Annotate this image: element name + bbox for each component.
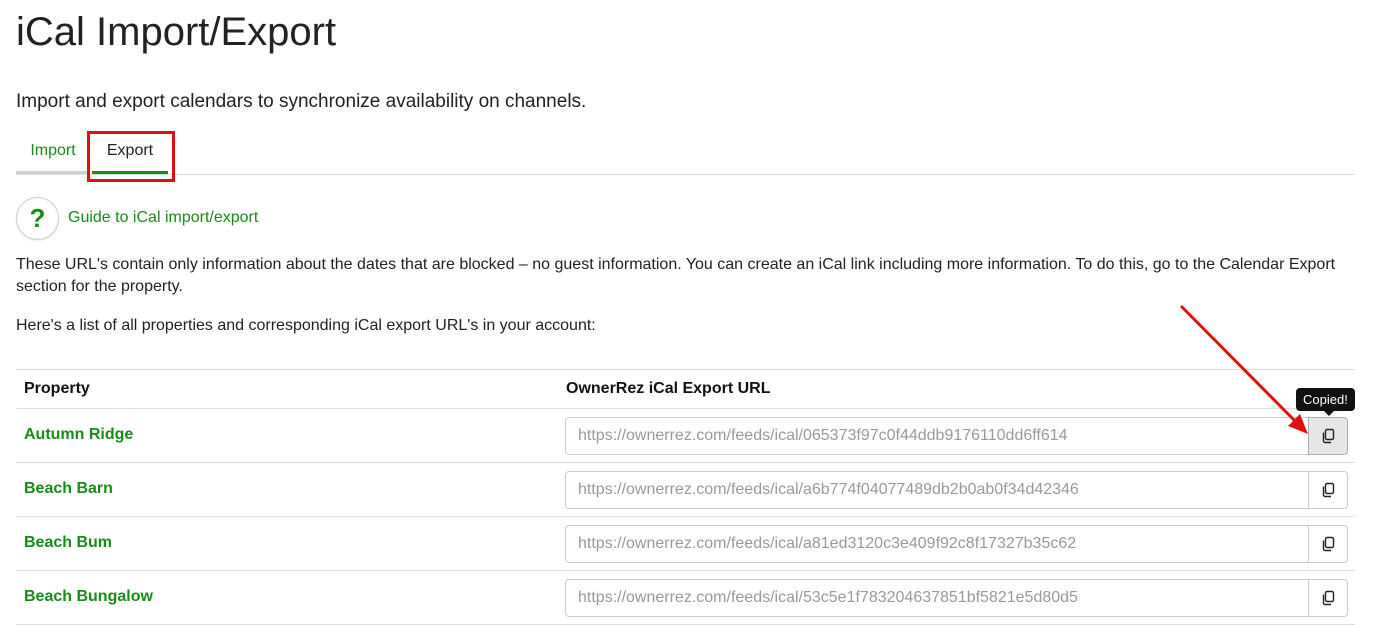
tab-import[interactable]: Import [16,130,90,174]
url-input-group: https://ownerrez.com/feeds/ical/065373f9… [565,417,1348,455]
tab-export[interactable]: Export [92,130,168,174]
table-row: Beach Bungalow https://ownerrez.com/feed… [16,571,1355,625]
page-subtitle: Import and export calendars to synchroni… [16,91,587,112]
list-intro-paragraph: Here's a list of all properties and corr… [16,317,596,334]
export-url-field[interactable]: https://ownerrez.com/feeds/ical/a81ed312… [565,525,1308,563]
property-link[interactable]: Autumn Ridge [24,426,133,444]
copy-url-button[interactable] [1308,471,1348,509]
url-input-group: https://ownerrez.com/feeds/ical/53c5e1f7… [565,579,1348,617]
column-header-url: OwnerRez iCal Export URL [566,380,771,397]
property-link[interactable]: Beach Barn [24,480,113,498]
guide-link[interactable]: Guide to iCal import/export [68,209,258,227]
info-paragraph: These URL's contain only information abo… [16,256,1336,295]
export-url-field[interactable]: https://ownerrez.com/feeds/ical/065373f9… [565,417,1308,455]
copy-icon [1322,590,1335,606]
property-link[interactable]: Beach Bum [24,534,112,552]
question-mark-icon: ? [16,196,59,240]
export-url-field[interactable]: https://ownerrez.com/feeds/ical/53c5e1f7… [565,579,1308,617]
property-link[interactable]: Beach Bungalow [24,588,153,606]
page-title: iCal Import/Export [16,10,337,54]
copy-url-button[interactable] [1308,525,1348,563]
table-row: Beach Bum https://ownerrez.com/feeds/ica… [16,517,1355,571]
copy-url-button[interactable] [1308,579,1348,617]
table-header-row: Property OwnerRez iCal Export URL [16,370,1355,409]
guide-link-row: ? Guide to iCal import/export [16,196,258,240]
export-url-field[interactable]: https://ownerrez.com/feeds/ical/a6b774f0… [565,471,1308,509]
copy-icon [1322,536,1335,552]
table-row: Autumn Ridge https://ownerrez.com/feeds/… [16,409,1355,463]
column-header-property: Property [24,380,90,397]
copy-url-button[interactable] [1308,417,1348,455]
export-url-table: Property OwnerRez iCal Export URL Autumn… [16,369,1355,625]
url-input-group: https://ownerrez.com/feeds/ical/a81ed312… [565,525,1348,563]
table-row: Beach Barn https://ownerrez.com/feeds/ic… [16,463,1355,517]
copied-tooltip: Copied! [1296,388,1355,416]
tab-bar: Import Export [16,130,1355,175]
copy-icon [1322,482,1335,498]
copy-icon [1322,428,1335,444]
url-input-group: https://ownerrez.com/feeds/ical/a6b774f0… [565,471,1348,509]
